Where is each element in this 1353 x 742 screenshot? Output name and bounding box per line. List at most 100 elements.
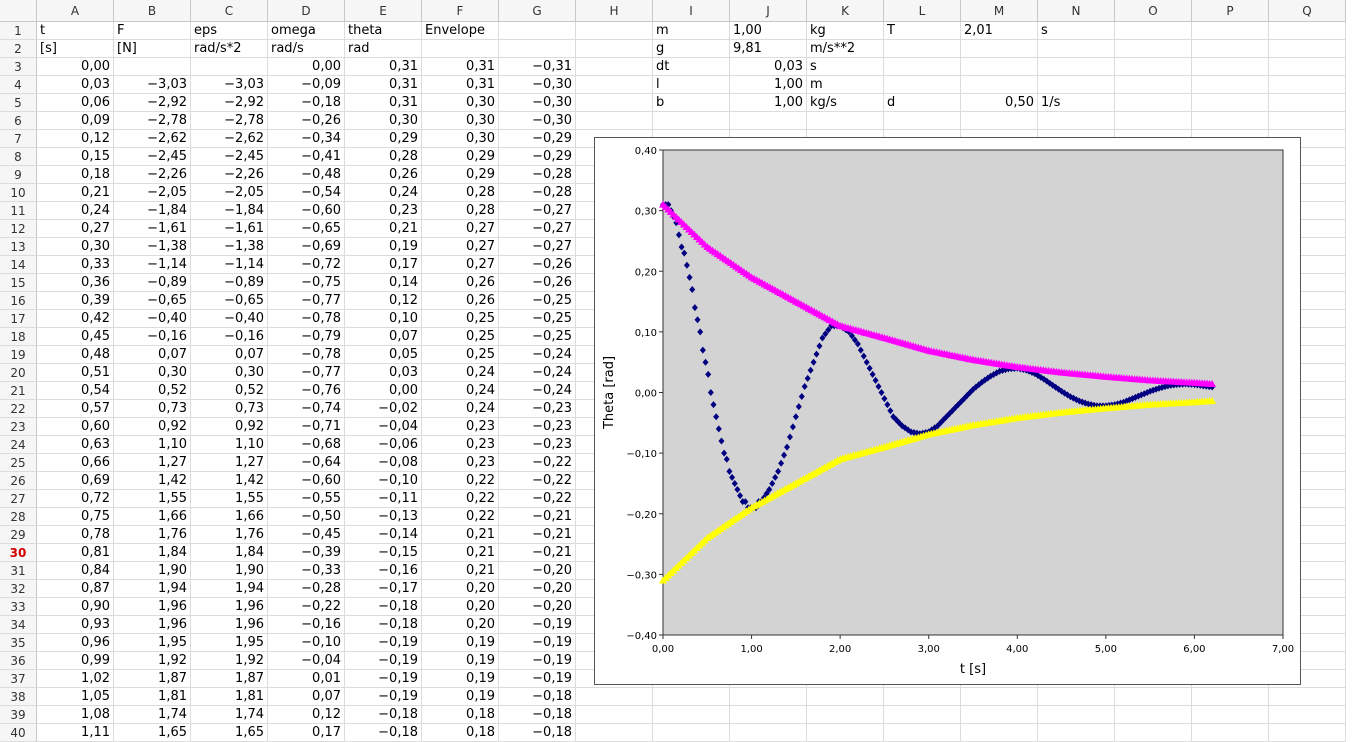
cell-a23[interactable]: 0,60 bbox=[37, 418, 114, 436]
cell-q5[interactable] bbox=[1269, 94, 1346, 112]
cell-d36[interactable]: −0,04 bbox=[268, 652, 345, 670]
cell-k4[interactable]: m bbox=[807, 76, 884, 94]
cell-f7[interactable]: 0,30 bbox=[422, 130, 499, 148]
cell-e21[interactable]: 0,00 bbox=[345, 382, 422, 400]
cell-p5[interactable] bbox=[1192, 94, 1269, 112]
cell-b6[interactable]: −2,78 bbox=[114, 112, 191, 130]
cell-a33[interactable]: 0,90 bbox=[37, 598, 114, 616]
cell-j6[interactable] bbox=[730, 112, 807, 130]
cell-n5[interactable]: 1/s bbox=[1038, 94, 1115, 112]
cell-d26[interactable]: −0,60 bbox=[268, 472, 345, 490]
cell-d4[interactable]: −0,09 bbox=[268, 76, 345, 94]
cell-p1[interactable] bbox=[1192, 22, 1269, 40]
cell-g15[interactable]: −0,26 bbox=[499, 274, 576, 292]
cell-a5[interactable]: 0,06 bbox=[37, 94, 114, 112]
row-header[interactable]: 3 bbox=[0, 58, 37, 76]
cell-n3[interactable] bbox=[1038, 58, 1115, 76]
row-header[interactable]: 6 bbox=[0, 112, 37, 130]
cell-a8[interactable]: 0,15 bbox=[37, 148, 114, 166]
row-header[interactable]: 35 bbox=[0, 634, 37, 652]
cell-q4[interactable] bbox=[1269, 76, 1346, 94]
row-header[interactable]: 15 bbox=[0, 274, 37, 292]
cell-b14[interactable]: −1,14 bbox=[114, 256, 191, 274]
cell-b21[interactable]: 0,52 bbox=[114, 382, 191, 400]
cell-e33[interactable]: −0,18 bbox=[345, 598, 422, 616]
cell-g6[interactable]: −0,30 bbox=[499, 112, 576, 130]
cell-e6[interactable]: 0,30 bbox=[345, 112, 422, 130]
cell-b3[interactable] bbox=[114, 58, 191, 76]
row-header[interactable]: 1 bbox=[0, 22, 37, 40]
cell-q6[interactable] bbox=[1269, 112, 1346, 130]
cell-a22[interactable]: 0,57 bbox=[37, 400, 114, 418]
cell-m3[interactable] bbox=[961, 58, 1038, 76]
cell-b17[interactable]: −0,40 bbox=[114, 310, 191, 328]
cell-b35[interactable]: 1,95 bbox=[114, 634, 191, 652]
row-header[interactable]: 28 bbox=[0, 508, 37, 526]
cell-g33[interactable]: −0,20 bbox=[499, 598, 576, 616]
cell-p4[interactable] bbox=[1192, 76, 1269, 94]
cell-d1[interactable]: omega bbox=[268, 22, 345, 40]
cell-e12[interactable]: 0,21 bbox=[345, 220, 422, 238]
cell-e29[interactable]: −0,14 bbox=[345, 526, 422, 544]
row-header[interactable]: 5 bbox=[0, 94, 37, 112]
cell-c30[interactable]: 1,84 bbox=[191, 544, 268, 562]
cell-a10[interactable]: 0,21 bbox=[37, 184, 114, 202]
cell-f33[interactable]: 0,20 bbox=[422, 598, 499, 616]
cell-o39[interactable] bbox=[1115, 706, 1192, 724]
cell-b32[interactable]: 1,94 bbox=[114, 580, 191, 598]
cell-e1[interactable]: theta bbox=[345, 22, 422, 40]
cell-p40[interactable] bbox=[1192, 724, 1269, 742]
cell-b12[interactable]: −1,61 bbox=[114, 220, 191, 238]
cell-e25[interactable]: −0,08 bbox=[345, 454, 422, 472]
cell-c27[interactable]: 1,55 bbox=[191, 490, 268, 508]
cell-d34[interactable]: −0,16 bbox=[268, 616, 345, 634]
cell-a38[interactable]: 1,05 bbox=[37, 688, 114, 706]
cell-o4[interactable] bbox=[1115, 76, 1192, 94]
cell-g11[interactable]: −0,27 bbox=[499, 202, 576, 220]
cell-b8[interactable]: −2,45 bbox=[114, 148, 191, 166]
cell-d7[interactable]: −0,34 bbox=[268, 130, 345, 148]
cell-a28[interactable]: 0,75 bbox=[37, 508, 114, 526]
cell-e38[interactable]: −0,19 bbox=[345, 688, 422, 706]
cell-g35[interactable]: −0,19 bbox=[499, 634, 576, 652]
cell-l4[interactable] bbox=[884, 76, 961, 94]
cell-i2[interactable]: g bbox=[653, 40, 730, 58]
cell-e16[interactable]: 0,12 bbox=[345, 292, 422, 310]
cell-n40[interactable] bbox=[1038, 724, 1115, 742]
cell-q38[interactable] bbox=[1269, 688, 1346, 706]
cell-a36[interactable]: 0,99 bbox=[37, 652, 114, 670]
cell-h40[interactable] bbox=[576, 724, 653, 742]
cell-c32[interactable]: 1,94 bbox=[191, 580, 268, 598]
cell-m2[interactable] bbox=[961, 40, 1038, 58]
cell-n1[interactable]: s bbox=[1038, 22, 1115, 40]
cell-f16[interactable]: 0,26 bbox=[422, 292, 499, 310]
cell-e23[interactable]: −0,04 bbox=[345, 418, 422, 436]
cell-f20[interactable]: 0,24 bbox=[422, 364, 499, 382]
cell-a12[interactable]: 0,27 bbox=[37, 220, 114, 238]
cell-a17[interactable]: 0,42 bbox=[37, 310, 114, 328]
cell-a11[interactable]: 0,24 bbox=[37, 202, 114, 220]
cell-k38[interactable] bbox=[807, 688, 884, 706]
cell-c36[interactable]: 1,92 bbox=[191, 652, 268, 670]
cell-e18[interactable]: 0,07 bbox=[345, 328, 422, 346]
cell-c28[interactable]: 1,66 bbox=[191, 508, 268, 526]
cell-d5[interactable]: −0,18 bbox=[268, 94, 345, 112]
cell-f30[interactable]: 0,21 bbox=[422, 544, 499, 562]
cell-q39[interactable] bbox=[1269, 706, 1346, 724]
cell-g1[interactable] bbox=[499, 22, 576, 40]
cell-g39[interactable]: −0,18 bbox=[499, 706, 576, 724]
column-header-i[interactable]: I bbox=[653, 0, 730, 22]
cell-g16[interactable]: −0,25 bbox=[499, 292, 576, 310]
cell-a20[interactable]: 0,51 bbox=[37, 364, 114, 382]
cell-p38[interactable] bbox=[1192, 688, 1269, 706]
cell-j39[interactable] bbox=[730, 706, 807, 724]
cell-g19[interactable]: −0,24 bbox=[499, 346, 576, 364]
cell-d30[interactable]: −0,39 bbox=[268, 544, 345, 562]
cell-b27[interactable]: 1,55 bbox=[114, 490, 191, 508]
cell-m5[interactable]: 0,50 bbox=[961, 94, 1038, 112]
cell-d23[interactable]: −0,71 bbox=[268, 418, 345, 436]
cell-e40[interactable]: −0,18 bbox=[345, 724, 422, 742]
cell-f35[interactable]: 0,19 bbox=[422, 634, 499, 652]
cell-f31[interactable]: 0,21 bbox=[422, 562, 499, 580]
cell-g23[interactable]: −0,23 bbox=[499, 418, 576, 436]
